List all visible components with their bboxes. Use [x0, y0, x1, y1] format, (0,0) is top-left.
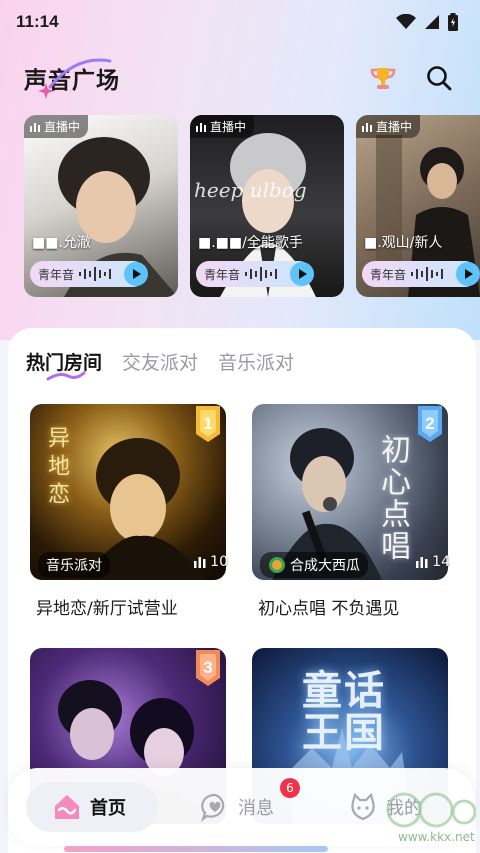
status-icons	[396, 13, 458, 31]
cover-title-text: 童话王国	[302, 667, 386, 756]
voice-type-label: 青年音	[38, 267, 75, 282]
room-listener-count: 14	[416, 554, 450, 570]
trophy-icon	[370, 68, 396, 89]
voice-type-pill[interactable]: 青年音	[30, 261, 148, 287]
play-voice-button[interactable]	[290, 262, 314, 286]
cell-signal-icon	[425, 15, 439, 29]
page-header: 声音广场	[0, 56, 480, 100]
live-bars-icon	[362, 122, 372, 132]
battery-icon	[448, 13, 458, 31]
nav-messages-label: 消息	[238, 798, 274, 819]
rank-number: 1	[203, 414, 212, 433]
live-host-name: ■.■■/全能歌手	[198, 235, 303, 251]
live-badge: 直播中	[356, 115, 421, 138]
tab-label: 交友派对	[122, 352, 199, 374]
message-bubble-icon	[200, 793, 225, 822]
room-category-tag: 合成大西瓜	[260, 552, 368, 578]
nav-home-label: 首页	[90, 798, 126, 819]
bottom-navigation: 首页 消息 6 我的	[8, 768, 474, 846]
audio-wave-icon	[245, 267, 278, 281]
live-room-card[interactable]: 直播中 ■■.允澈 青年音	[24, 115, 178, 297]
room-category-label: 合成大西瓜	[290, 558, 360, 574]
voice-type-label: 青年音	[370, 267, 407, 282]
rank-1-badge: 1	[196, 406, 220, 442]
room-listener-count: 10	[194, 554, 228, 570]
room-category-label: 音乐派对	[46, 558, 102, 574]
room-count-value: 14	[432, 554, 450, 570]
live-badge: 直播中	[24, 115, 89, 138]
tab-active-underline	[46, 371, 86, 381]
header-actions	[366, 61, 456, 95]
cover-title-text: 初心点唱	[375, 434, 410, 562]
leaderboard-trophy-button[interactable]	[366, 61, 400, 95]
live-room-card[interactable]: heep ulbog 直播中 ■.■■/全能歌手 青年音	[190, 115, 344, 297]
live-badge: 直播中	[190, 115, 255, 138]
status-bar: 11:14	[0, 0, 480, 44]
tab-social-party[interactable]: 交友派对	[122, 348, 198, 375]
voice-type-label: 青年音	[204, 267, 241, 282]
rank-2-badge: 2	[418, 406, 442, 442]
voice-type-pill[interactable]: 青年音	[196, 261, 314, 287]
cover-title-text: 异地恋	[44, 426, 69, 510]
live-host-name: ■.观山/新人	[364, 235, 443, 251]
audio-wave-icon	[411, 267, 444, 281]
rank-number: 3	[203, 658, 212, 677]
play-icon	[133, 269, 141, 279]
watermelon-icon	[269, 557, 285, 573]
voice-type-pill[interactable]: 青年音	[362, 261, 480, 287]
live-bars-icon	[194, 557, 206, 568]
tab-hot-rooms[interactable]: 热门房间	[26, 348, 102, 381]
room-card[interactable]: 初心点唱 2 合成大西瓜 14 初心点唱 不负遇见	[252, 404, 456, 624]
room-title: 初心点唱 不负遇见	[258, 599, 400, 619]
live-badge-text: 直播中	[376, 120, 413, 134]
nav-me[interactable]: 我的	[348, 782, 422, 832]
room-count-value: 10	[210, 554, 228, 570]
home-indicator	[64, 846, 328, 852]
rank-3-badge: 3	[196, 650, 220, 686]
room-tabs: 热门房间 交友派对 音乐派对	[26, 348, 294, 381]
profile-cat-icon	[351, 792, 375, 821]
live-badge-text: 直播中	[44, 120, 81, 134]
rank-number: 2	[425, 414, 434, 433]
live-rooms-row[interactable]: 直播中 ■■.允澈 青年音 heep ulbog 直播中 ■.■■/全能歌手 青…	[24, 115, 480, 299]
live-bars-icon	[196, 122, 206, 132]
play-voice-button[interactable]	[456, 262, 480, 286]
play-icon	[465, 269, 473, 279]
search-icon	[427, 66, 452, 91]
room-category-tag: 音乐派对	[38, 552, 110, 578]
home-icon	[55, 795, 79, 819]
live-badge-text: 直播中	[210, 120, 247, 134]
page-title: 声音广场	[24, 58, 120, 99]
status-time: 11:14	[16, 12, 59, 31]
page-title-text: 声音广场	[24, 68, 120, 94]
room-card[interactable]: 异地恋 1 音乐派对 10 异地恋/新厅试营业	[30, 404, 234, 624]
room-title: 异地恋/新厅试营业	[36, 599, 178, 619]
svg-text:heep ulbog: heep ulbog	[194, 178, 307, 202]
live-room-card[interactable]: 直播中 ■.观山/新人 青年音	[356, 115, 480, 297]
nav-messages[interactable]: 消息 6	[200, 778, 300, 832]
audio-wave-icon	[79, 267, 112, 281]
wifi-icon	[396, 14, 416, 29]
tab-label: 音乐派对	[218, 352, 295, 374]
nav-home[interactable]: 首页	[26, 782, 158, 832]
play-icon	[299, 269, 307, 279]
tab-music-party[interactable]: 音乐派对	[218, 348, 294, 375]
play-voice-button[interactable]	[124, 262, 148, 286]
live-host-name: ■■.允澈	[32, 235, 91, 251]
live-bars-icon	[30, 122, 40, 132]
live-bars-icon	[416, 557, 428, 568]
nav-me-label: 我的	[386, 798, 422, 819]
search-button[interactable]	[422, 61, 456, 95]
unread-messages-badge: 6	[280, 778, 300, 798]
